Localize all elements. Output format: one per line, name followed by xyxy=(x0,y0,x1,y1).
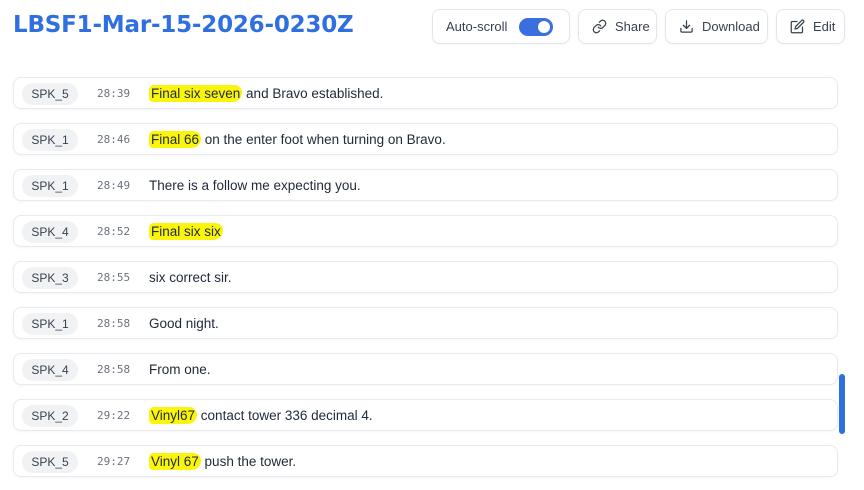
utterance-text: six correct sir. xyxy=(149,270,232,285)
keyword-highlight: Final six six xyxy=(149,223,223,240)
utterance-text: There is a follow me expecting you. xyxy=(149,178,361,193)
timestamp: 28:39 xyxy=(97,87,131,100)
transcript-row[interactable]: SPK_1 28:46 Final 66 on the enter foot w… xyxy=(13,123,838,155)
timestamp: 28:58 xyxy=(97,363,131,376)
link-icon xyxy=(592,19,607,34)
edit-icon xyxy=(790,19,805,34)
speaker-badge: SPK_5 xyxy=(22,83,78,105)
utterance-text: Final six seven and Bravo established. xyxy=(149,85,384,102)
scrollbar-thumb[interactable] xyxy=(839,374,845,434)
speaker-badge: SPK_4 xyxy=(22,359,78,381)
download-label: Download xyxy=(702,19,760,34)
speaker-badge: SPK_3 xyxy=(22,267,78,289)
speaker-badge: SPK_1 xyxy=(22,313,78,335)
utterance-text: From one. xyxy=(149,362,211,377)
autoscroll-label: Auto-scroll xyxy=(446,19,508,34)
transcript-row[interactable]: SPK_3 28:55 six correct sir. xyxy=(13,261,838,293)
header: LBSF1-Mar-15-2026-0230Z Auto-scroll Shar… xyxy=(0,0,864,56)
timestamp: 28:55 xyxy=(97,271,131,284)
utterance-rest: and Bravo established. xyxy=(242,86,384,101)
timestamp: 29:22 xyxy=(97,409,131,422)
keyword-highlight: Vinyl 67 xyxy=(149,453,201,470)
keyword-highlight: Vinyl67 xyxy=(149,407,198,424)
download-button[interactable]: Download xyxy=(665,9,768,44)
timestamp: 28:46 xyxy=(97,133,131,146)
timestamp: 28:52 xyxy=(97,225,131,238)
utterance-text: Final 66 on the enter foot when turning … xyxy=(149,131,446,148)
keyword-highlight: Final six seven xyxy=(149,85,243,102)
utterance-text: Good night. xyxy=(149,316,219,331)
page-title: LBSF1-Mar-15-2026-0230Z xyxy=(13,12,354,38)
utterance-rest: on the enter foot when turning on Bravo. xyxy=(201,132,446,147)
timestamp: 28:49 xyxy=(97,179,131,192)
share-label: Share xyxy=(615,19,650,34)
utterance-text: Final six six xyxy=(149,223,223,240)
transcript-row[interactable]: SPK_2 29:22 Vinyl67 contact tower 336 de… xyxy=(13,399,838,431)
utterance-rest: contact tower 336 decimal 4. xyxy=(197,408,373,423)
transcript-list[interactable]: SPK_5 28:39 Final six seven and Bravo es… xyxy=(0,76,864,490)
edit-label: Edit xyxy=(813,19,836,34)
transcript-row[interactable]: SPK_1 28:58 Good night. xyxy=(13,307,838,339)
autoscroll-button[interactable]: Auto-scroll xyxy=(432,9,570,44)
speaker-badge: SPK_5 xyxy=(22,451,78,473)
transcript-row[interactable]: SPK_4 28:52 Final six six xyxy=(13,215,838,247)
speaker-badge: SPK_1 xyxy=(22,175,78,197)
keyword-highlight: Final 66 xyxy=(149,131,202,148)
transcript-row[interactable]: SPK_4 28:58 From one. xyxy=(13,353,838,385)
speaker-badge: SPK_4 xyxy=(22,221,78,243)
speaker-badge: SPK_1 xyxy=(22,129,78,151)
timestamp: 28:58 xyxy=(97,317,131,330)
download-icon xyxy=(679,19,694,34)
utterance-rest: push the tower. xyxy=(200,454,297,469)
transcript-row[interactable]: SPK_5 29:27 Vinyl 67 push the tower. xyxy=(13,445,838,477)
share-button[interactable]: Share xyxy=(578,9,657,44)
speaker-badge: SPK_2 xyxy=(22,405,78,427)
utterance-text: Vinyl 67 push the tower. xyxy=(149,453,297,470)
edit-button[interactable]: Edit xyxy=(776,9,845,44)
transcript-row[interactable]: SPK_1 28:49 There is a follow me expecti… xyxy=(13,169,838,201)
toggle-knob xyxy=(538,21,550,33)
utterance-text: Vinyl67 contact tower 336 decimal 4. xyxy=(149,407,373,424)
autoscroll-toggle[interactable] xyxy=(519,18,553,36)
transcript-row[interactable]: SPK_5 28:39 Final six seven and Bravo es… xyxy=(13,77,838,109)
timestamp: 29:27 xyxy=(97,455,131,468)
